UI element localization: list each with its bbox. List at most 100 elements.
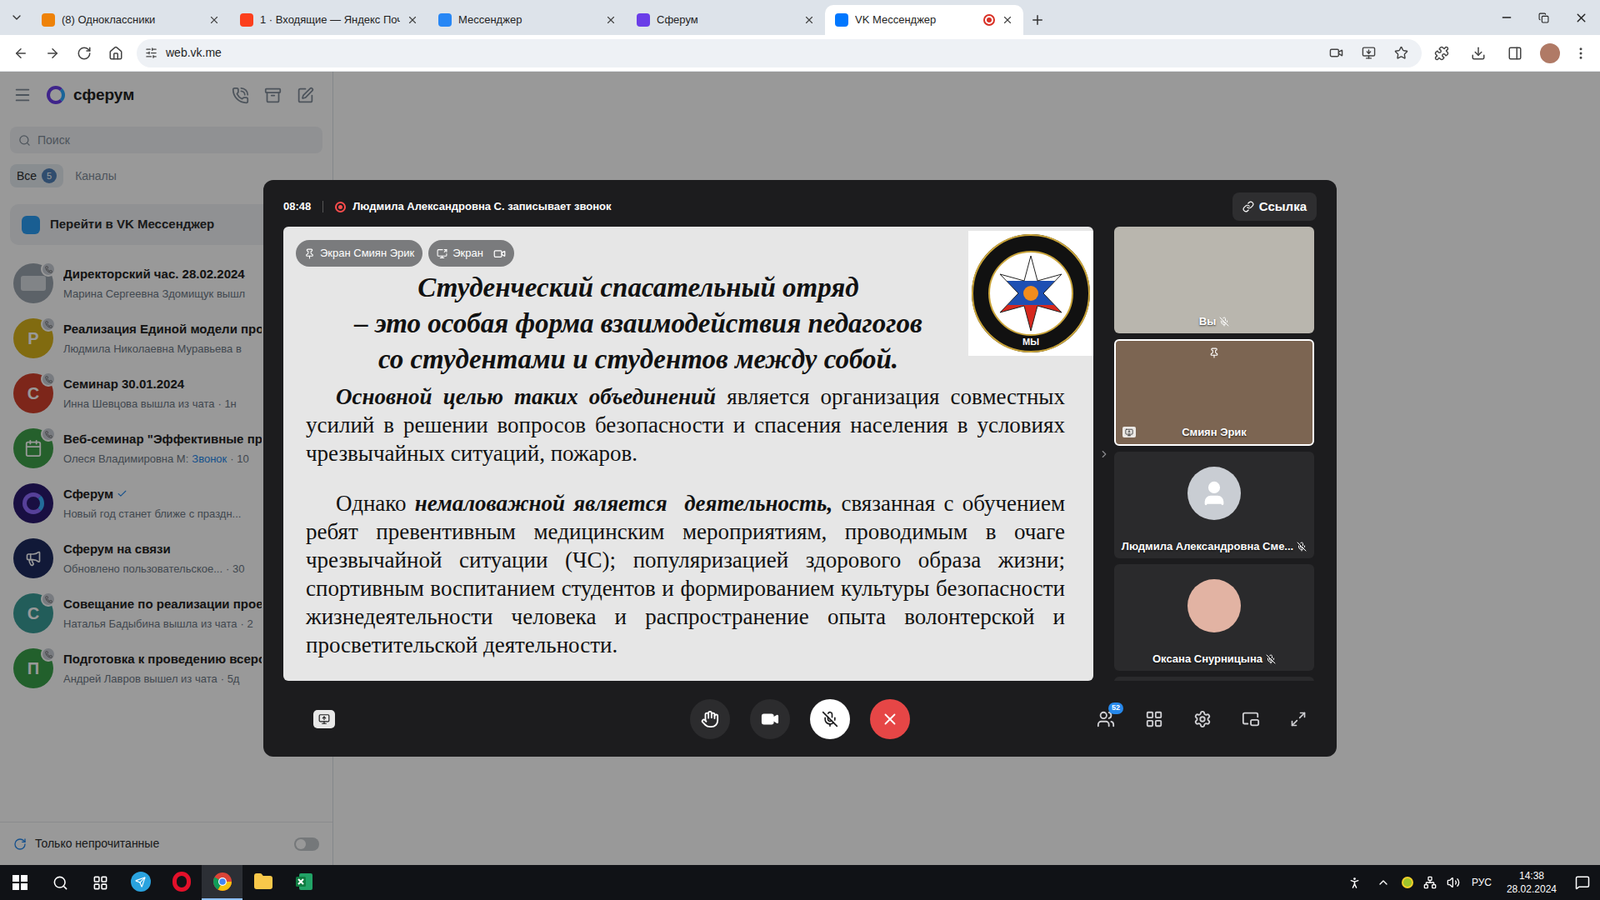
pin-icon	[1209, 347, 1220, 359]
close-icon	[1574, 10, 1589, 25]
tab-search-button[interactable]	[5, 3, 29, 32]
slide-paragraph: Однако немаловажной является деятельност…	[305, 489, 1065, 660]
antivirus-icon	[1401, 876, 1414, 889]
close-tab-icon[interactable]	[605, 14, 617, 26]
toolbar-button[interactable]	[1498, 39, 1532, 68]
mic-button[interactable]	[810, 699, 850, 740]
toolbar: web.vk.me	[0, 35, 1600, 72]
volume-icon[interactable]	[1446, 875, 1460, 890]
chevron-down-icon	[10, 10, 24, 25]
avatar-photo	[1187, 579, 1241, 633]
close-tab-icon[interactable]	[1001, 14, 1014, 26]
browser-tab[interactable]: VK Мессенджер	[825, 5, 1024, 35]
participant-tile[interactable]: Вы	[1114, 226, 1315, 334]
close-tab-icon[interactable]	[208, 14, 220, 26]
call-header: 08:48Людмила Александровна С. записывает…	[283, 186, 1317, 227]
browser-tab[interactable]: (8) Одноклассники	[31, 5, 230, 35]
mic-off-icon	[1219, 316, 1230, 327]
screen-icon	[436, 248, 448, 260]
address-bar[interactable]: web.vk.me	[136, 39, 1422, 68]
close-tab-icon[interactable]	[803, 14, 815, 26]
collapse-panel-icon[interactable]	[1098, 448, 1110, 460]
input-language[interactable]: РУС	[1471, 875, 1492, 890]
show-hidden-icon[interactable]	[1376, 875, 1390, 890]
slide-logo: МЫ	[968, 230, 1094, 356]
participant-tile[interactable]: Оксана Снурницына	[1114, 564, 1315, 671]
recording-text: Людмила Александровна С. записывает звон…	[352, 198, 611, 215]
mic-off-icon	[821, 710, 839, 728]
people-icon[interactable]	[1347, 875, 1362, 890]
taskbar-search[interactable]	[40, 865, 80, 900]
end-call-button[interactable]	[870, 699, 910, 740]
share-screen-button[interactable]	[313, 710, 335, 729]
side-panel-icon	[1507, 45, 1523, 61]
user-icon	[1200, 479, 1229, 508]
taskbar-app[interactable]	[160, 865, 202, 900]
page: сферумПоискВсе5КаналыПерейти в VK Мессен…	[0, 71, 1600, 865]
tab-label: VK Мессенджер	[855, 11, 977, 29]
nav-button[interactable]	[38, 39, 67, 68]
tab-label: (8) Одноклассники	[61, 11, 202, 29]
participant-tile[interactable]: Смиян Эрик	[1114, 339, 1315, 446]
share-screen-icon	[318, 713, 330, 725]
taskbar-app[interactable]	[242, 865, 284, 900]
fullscreen-icon[interactable]	[1290, 710, 1307, 728]
install-app-icon	[1361, 45, 1376, 60]
camera-icon	[493, 247, 506, 260]
clock[interactable]: 14:3828.02.2024	[1506, 869, 1557, 896]
profile-avatar[interactable]	[1540, 43, 1560, 64]
camera-button[interactable]	[750, 699, 790, 740]
home-icon	[108, 45, 124, 61]
close-tab-icon[interactable]	[406, 14, 419, 26]
toolbar-button[interactable]	[1425, 39, 1459, 68]
screen-share-icon	[1125, 428, 1134, 437]
network-icon[interactable]	[1423, 875, 1437, 890]
bookmark-icon[interactable]	[1394, 45, 1409, 60]
settings-icon[interactable]	[1193, 710, 1212, 729]
taskbar-app[interactable]	[201, 865, 243, 900]
minimize-button[interactable]	[1487, 0, 1525, 35]
participant-tile[interactable]: Людмила Александровна Сме...	[1114, 451, 1315, 559]
task-view-icon	[92, 875, 109, 891]
start-button[interactable]	[0, 865, 40, 900]
taskbar-app[interactable]	[283, 865, 325, 900]
browser-tab[interactable]: Сферум	[626, 5, 825, 35]
nav-button[interactable]	[101, 39, 130, 68]
hand-icon	[700, 710, 720, 729]
link-icon	[1242, 200, 1255, 213]
screen-badge[interactable]: Экран Смиян Эрик	[295, 240, 423, 267]
slide-title-line: – это особая форма взаимодействия педаго…	[308, 305, 969, 342]
new-tab-button[interactable]	[1023, 5, 1052, 35]
camera-in-use-icon	[1329, 45, 1344, 60]
modal-overlay: 08:48Людмила Александровна С. записывает…	[0, 71, 1600, 865]
toolbar-button[interactable]	[1461, 39, 1495, 68]
recording-dot-icon	[335, 201, 346, 213]
slide-body: Основной целью таких объединений являетс…	[283, 382, 1094, 660]
picture-in-picture-icon[interactable]	[1241, 710, 1260, 729]
menu-button[interactable]	[1568, 39, 1594, 68]
screen-share-indicator	[1122, 426, 1136, 438]
svg-text:МЫ: МЫ	[1022, 336, 1040, 347]
download-icon	[1470, 45, 1486, 61]
browser-tab[interactable]: Мессенджер	[428, 5, 627, 35]
nav-button[interactable]	[6, 39, 35, 68]
close-button[interactable]	[1562, 0, 1600, 35]
grid-icon[interactable]	[1145, 710, 1164, 729]
screen-badge[interactable]: Экран	[428, 240, 515, 267]
task-view-button[interactable]	[80, 865, 120, 900]
participants-button[interactable]: 52	[1096, 710, 1115, 729]
link-button[interactable]: Ссылка	[1232, 192, 1317, 221]
restore-icon	[1538, 12, 1550, 24]
screen: (8) Одноклассники 1 · Входящие — Яндекс П…	[0, 0, 1600, 900]
participant-name: Вы	[1199, 313, 1217, 330]
taskbar-app[interactable]	[120, 865, 161, 900]
rescue-team-emblem-icon: МЫ	[970, 232, 1092, 355]
chrome-icon	[212, 871, 233, 892]
forward-icon	[45, 45, 60, 61]
notifications-button[interactable]	[1565, 865, 1600, 900]
nav-button[interactable]	[70, 39, 99, 68]
site-info-icon	[145, 46, 158, 60]
restore-button[interactable]	[1525, 0, 1563, 35]
browser-tab[interactable]: 1 · Входящие — Яндекс Почта	[230, 5, 429, 35]
raise-hand-button[interactable]	[690, 699, 730, 740]
